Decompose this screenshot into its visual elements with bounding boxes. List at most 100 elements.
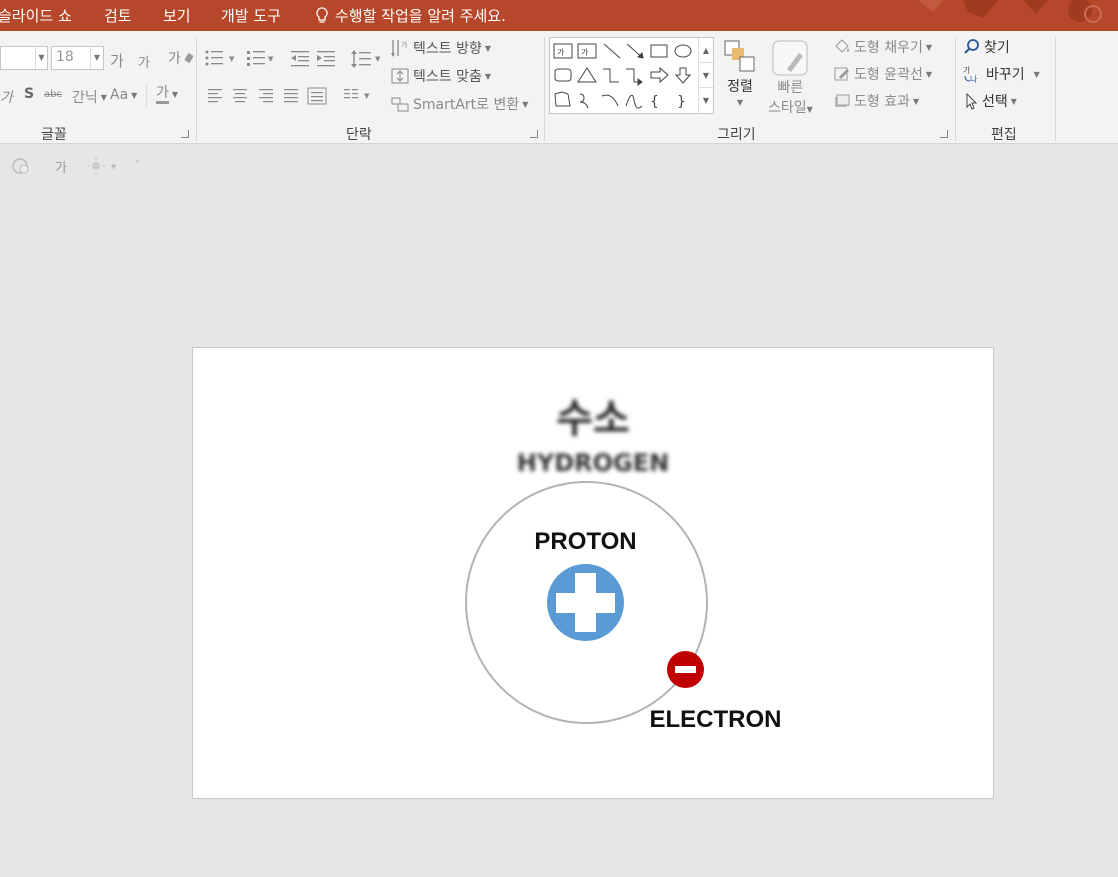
down-arrow-shape-icon	[674, 67, 692, 84]
clear-format-button[interactable]: 가	[168, 48, 194, 68]
gallery-scroll-up[interactable]: ▲	[699, 38, 713, 63]
minus-bar	[675, 666, 696, 673]
ribbon-tab-bar: 슬라이드 쇼 검토 보기 개발 도구 수행할 작업을 알려 주세요.	[0, 0, 1118, 31]
group-divider	[544, 37, 545, 141]
shapes-circle-icon[interactable]	[10, 156, 32, 176]
gallery-scroll-down[interactable]: ▼	[699, 63, 713, 88]
rounded-rect-shape-icon	[554, 68, 572, 82]
mini-toolbar-more-icon[interactable]: ▾	[135, 157, 139, 166]
shapes-gallery[interactable]: 가 가 { } ▲ ▼ ▼	[549, 37, 714, 114]
font-color-button[interactable]: 가 ▼	[156, 85, 178, 104]
freeform-shape-icon	[554, 91, 571, 107]
quick-styles-label-2-wrap: 스타일▼	[768, 100, 813, 116]
align-right-icon	[259, 89, 273, 103]
eraser-icon	[184, 53, 194, 63]
font-size-dropdown[interactable]: ▼	[90, 47, 103, 69]
text-shadow-button[interactable]: S	[24, 86, 34, 102]
rectangle-shape-icon	[650, 44, 668, 58]
change-case-button[interactable]: Aa ▼	[110, 87, 137, 103]
paragraph-dialog-launcher[interactable]	[530, 130, 538, 138]
arc-shape-icon	[601, 94, 619, 107]
slide-canvas[interactable]: 수소 HYDROGEN PROTON ELECTRON	[192, 347, 994, 799]
spacing-label: 간닉	[72, 90, 98, 106]
brightness-icon[interactable]: ▼	[87, 157, 123, 175]
replace-label: 바꾸기	[986, 67, 1025, 83]
group-label-drawing: 그리기	[717, 127, 756, 143]
scribble-shape-icon	[579, 93, 589, 109]
oval-shape-icon	[674, 44, 692, 58]
quick-styles-label-1: 빠른	[777, 80, 804, 96]
distributed-icon	[307, 87, 327, 105]
font-color-label: 가	[156, 85, 169, 104]
tab-view[interactable]: 보기	[163, 5, 191, 26]
arrow-shape-icon	[626, 43, 644, 59]
svg-text:가: 가	[963, 66, 971, 75]
electron-minus-icon[interactable]	[667, 651, 704, 688]
shadow-label: S	[24, 86, 35, 102]
font-size-input[interactable]: 18 ▼	[51, 46, 104, 70]
text-direction-button[interactable]: 가 텍스트 방향 ▼	[390, 38, 491, 58]
bullets-icon	[205, 50, 223, 66]
quick-styles-label-2: 스타일	[768, 100, 807, 116]
mini-text-button[interactable]: 가	[55, 157, 67, 176]
align-text-label: 텍스트 맞춤	[413, 69, 482, 85]
grow-font-button[interactable]: 가	[110, 50, 124, 71]
italic-button[interactable]: 가	[0, 87, 13, 107]
font-name-dropdown[interactable]: ▼	[35, 47, 47, 69]
electron-label[interactable]: ELECTRON	[648, 706, 783, 734]
increase-indent-icon	[317, 51, 335, 67]
numbering-icon	[247, 51, 265, 66]
left-brace-icon: {	[650, 94, 659, 110]
select-label: 선택	[982, 94, 1008, 110]
slide-title[interactable]: 수소	[193, 386, 993, 444]
shrink-font-button[interactable]: 가	[138, 52, 150, 71]
tell-me-box[interactable]: 수행할 작업을 알려 주세요.	[315, 5, 506, 26]
align-buttons-row: ▼	[208, 87, 370, 105]
find-label: 찾기	[984, 40, 1010, 56]
replace-button[interactable]: 가나 바꾸기 ▼	[963, 64, 1040, 84]
find-button[interactable]: 찾기	[963, 37, 1010, 57]
tab-developer[interactable]: 개발 도구	[221, 5, 281, 26]
tab-review[interactable]: 검토	[104, 5, 132, 26]
tab-slide-show[interactable]: 슬라이드 쇼	[0, 5, 72, 26]
paint-bucket-icon	[835, 39, 849, 53]
vertical-text-box-icon: 가	[577, 43, 597, 59]
elbow-connector-icon	[603, 68, 619, 83]
select-button[interactable]: 선택 ▼	[963, 91, 1017, 111]
mini-toolbar: 가 ▼ ▾	[0, 145, 1118, 185]
arrange-icon	[724, 40, 755, 72]
strikethrough-button[interactable]: abc	[44, 89, 62, 100]
drawing-dialog-launcher[interactable]	[940, 130, 948, 138]
tell-me-text: 수행할 작업을 알려 주세요.	[335, 7, 506, 25]
arrange-button[interactable]: 정렬 ▼	[722, 38, 758, 107]
shapes-gallery-grid: 가 가 { }	[553, 43, 692, 110]
quick-styles-button[interactable]: 빠른 스타일▼	[768, 39, 813, 117]
pencil-icon	[834, 67, 849, 81]
columns-icon	[344, 89, 358, 99]
text-direction-icon: 가	[391, 40, 408, 57]
shape-fill-label: 도형 채우기	[854, 40, 923, 56]
char-spacing-button[interactable]: 간닉 ▼	[72, 87, 107, 107]
curve-shape-icon	[625, 94, 643, 109]
gallery-more-button[interactable]: ▼	[699, 88, 713, 113]
shapes-gallery-scroll[interactable]: ▲ ▼ ▼	[698, 38, 713, 113]
svg-text:▼: ▼	[229, 55, 235, 63]
align-left-icon	[208, 89, 222, 103]
shape-fill-button[interactable]: 도형 채우기 ▼	[833, 37, 932, 57]
smartart-button[interactable]: SmartArt로 변환 ▼	[390, 94, 528, 114]
arrange-label: 정렬	[727, 79, 753, 95]
ribbon: ▼ 18 ▼ 가 가 가 가 S abc 간닉 ▼ Aa ▼ 가 ▼ 글꼴 ▼ ▼ ▼…	[0, 31, 1118, 144]
shape-outline-button[interactable]: 도형 윤곽선 ▼	[833, 64, 932, 84]
font-name-input[interactable]: ▼	[0, 46, 48, 70]
shape-effects-button[interactable]: 도형 효과 ▼	[833, 91, 919, 111]
slide-subtitle[interactable]: HYDROGEN	[193, 449, 993, 477]
search-icon	[964, 39, 979, 54]
font-dialog-launcher[interactable]	[181, 130, 189, 138]
decrease-indent-icon	[291, 51, 309, 67]
proton-plus-icon[interactable]	[547, 564, 624, 641]
font-size-value: 18	[56, 49, 74, 65]
align-text-button[interactable]: 텍스트 맞춤 ▼	[390, 66, 491, 86]
proton-label[interactable]: PROTON	[513, 528, 658, 556]
title-decoration	[888, 0, 1118, 31]
clear-format-label: 가	[168, 51, 181, 67]
